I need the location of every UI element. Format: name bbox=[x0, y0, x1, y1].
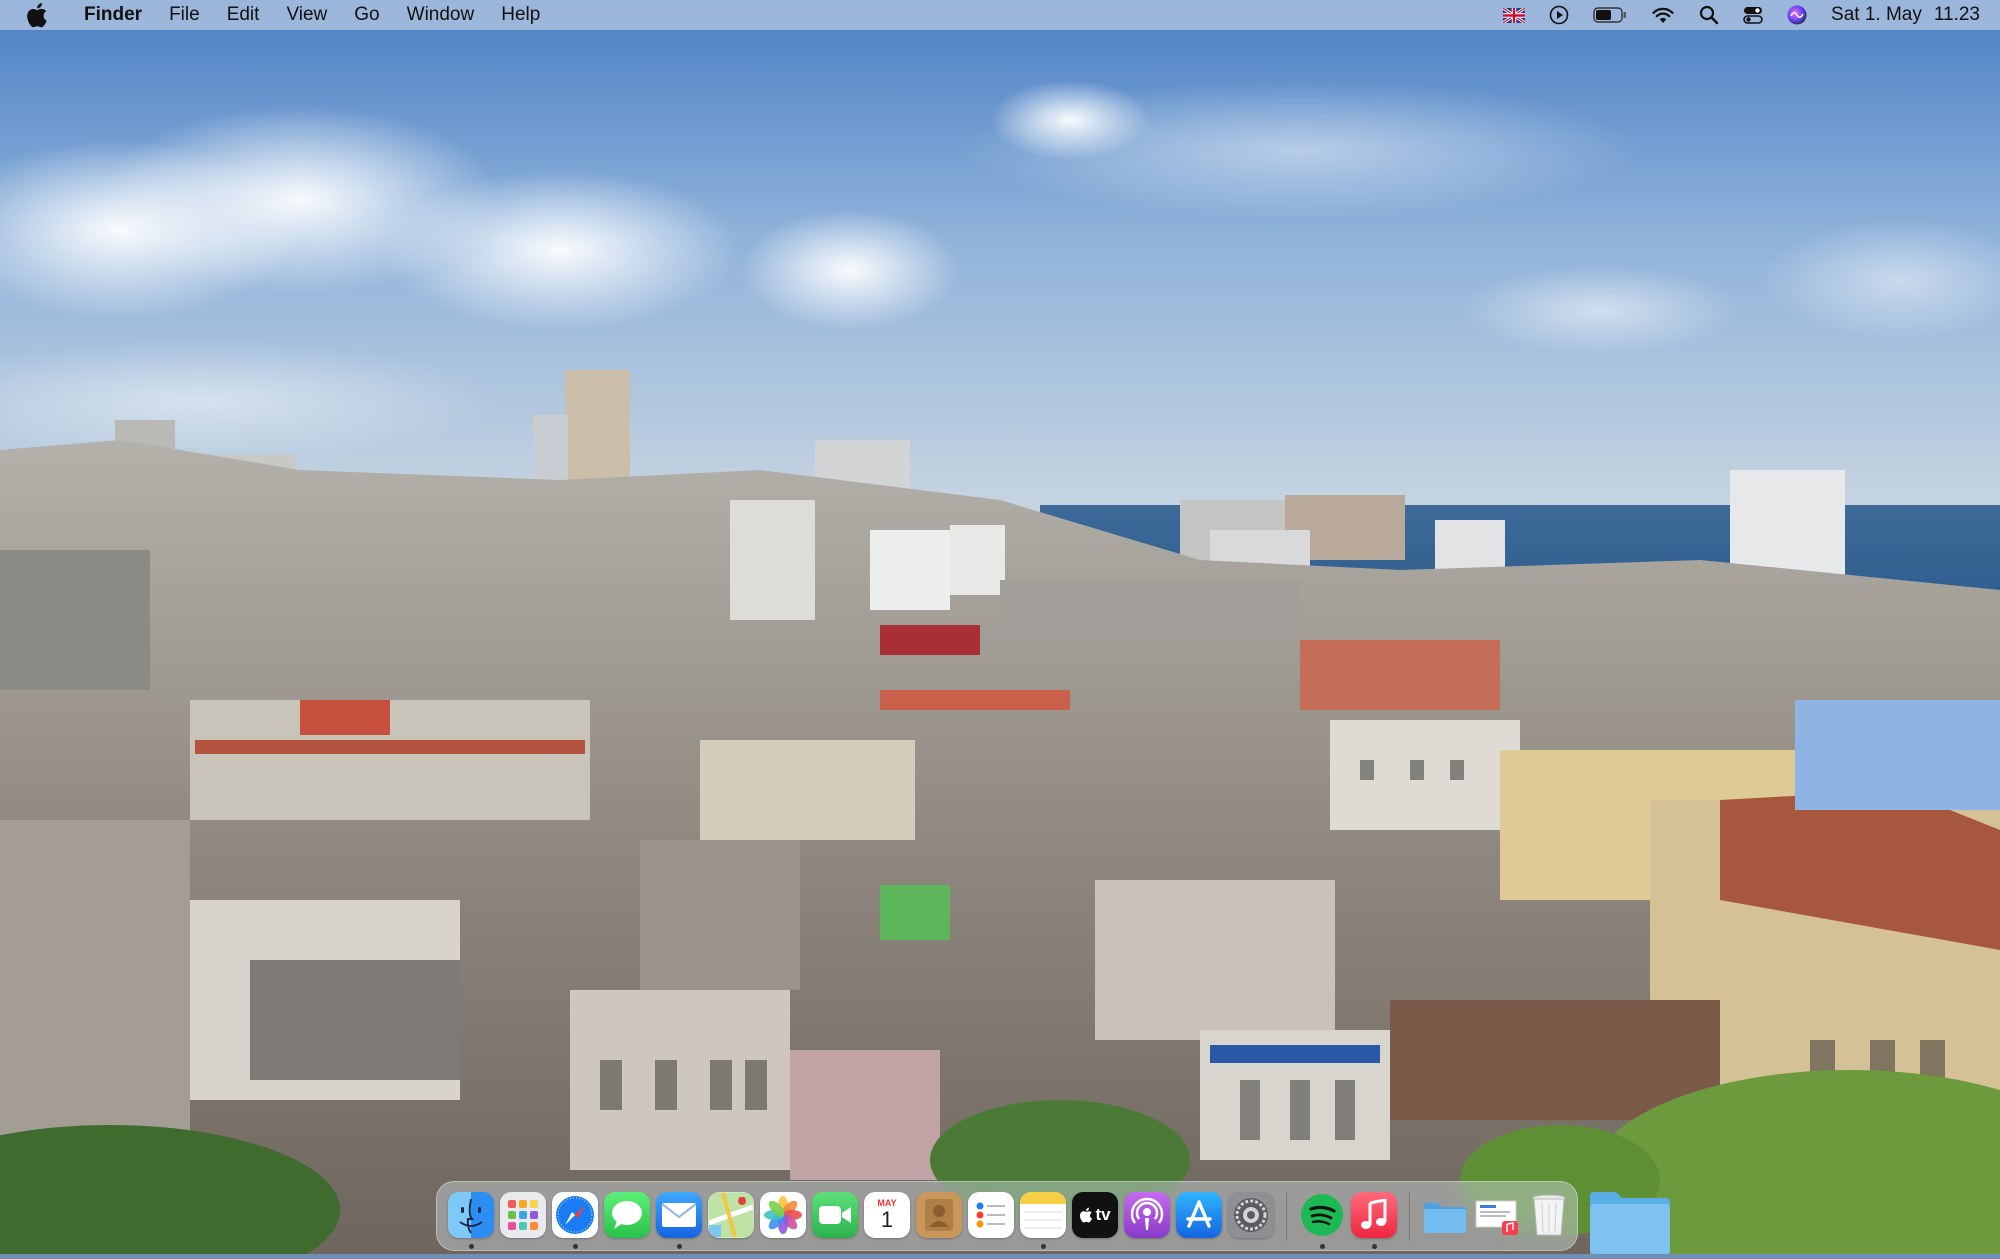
dock-documents-stack[interactable] bbox=[1471, 1189, 1523, 1241]
desktop-wallpaper bbox=[0, 0, 2000, 1254]
control-center-icon[interactable] bbox=[1743, 0, 1763, 30]
dock-calendar[interactable]: MAY 1 bbox=[861, 1189, 913, 1241]
dock-reminders[interactable] bbox=[965, 1189, 1017, 1241]
dock: MAY 1 tv bbox=[436, 1181, 1578, 1251]
dock-contacts[interactable] bbox=[913, 1189, 965, 1241]
running-indicator bbox=[677, 1244, 682, 1249]
clock-date: Sat 1. May bbox=[1831, 4, 1922, 25]
running-indicator bbox=[469, 1244, 474, 1249]
menu-edit[interactable]: Edit bbox=[227, 4, 260, 26]
reminders-icon bbox=[968, 1192, 1014, 1238]
menu-bar-left: Finder File Edit View Go Window Help bbox=[0, 0, 567, 30]
running-indicator bbox=[1372, 1244, 1377, 1249]
menu-go[interactable]: Go bbox=[354, 4, 379, 26]
app-menu-finder[interactable]: Finder bbox=[84, 4, 142, 26]
messages-icon bbox=[604, 1192, 650, 1238]
menu-view[interactable]: View bbox=[286, 4, 327, 26]
dock-app-store[interactable] bbox=[1173, 1189, 1225, 1241]
launchpad-icon bbox=[500, 1192, 546, 1238]
dock-podcasts[interactable] bbox=[1121, 1189, 1173, 1241]
menu-help[interactable]: Help bbox=[501, 4, 540, 26]
calendar-day: 1 bbox=[880, 1207, 894, 1232]
battery-icon[interactable] bbox=[1593, 0, 1627, 30]
folder-stack-icon bbox=[1422, 1192, 1468, 1238]
dock-photos[interactable] bbox=[757, 1189, 809, 1241]
spotify-icon bbox=[1299, 1192, 1345, 1238]
document-stack-icon bbox=[1474, 1192, 1520, 1238]
menu-bar: Finder File Edit View Go Window Help Sat… bbox=[0, 0, 2000, 30]
dock-notes[interactable] bbox=[1017, 1189, 1069, 1249]
app-store-icon bbox=[1176, 1192, 1222, 1238]
apple-tv-icon: tv bbox=[1072, 1192, 1118, 1238]
maps-icon bbox=[708, 1192, 754, 1238]
dock-separator bbox=[1286, 1191, 1287, 1241]
dock-launchpad[interactable] bbox=[497, 1189, 549, 1241]
finder-icon bbox=[448, 1192, 494, 1238]
tv-label: tv bbox=[1095, 1205, 1111, 1224]
menu-file[interactable]: File bbox=[169, 4, 200, 26]
search-icon[interactable] bbox=[1699, 0, 1719, 30]
facetime-icon bbox=[812, 1192, 858, 1238]
dock-facetime[interactable] bbox=[809, 1189, 861, 1241]
photos-icon bbox=[760, 1192, 806, 1238]
dock-tv[interactable]: tv bbox=[1069, 1189, 1121, 1241]
trash-icon bbox=[1526, 1192, 1572, 1238]
dock-mail[interactable] bbox=[653, 1189, 705, 1249]
dock-separator bbox=[1409, 1191, 1410, 1241]
apple-menu-icon[interactable] bbox=[26, 2, 50, 28]
dock-music[interactable] bbox=[1348, 1189, 1400, 1249]
play-circle-icon[interactable] bbox=[1549, 0, 1569, 30]
menu-bar-clock[interactable]: Sat 1. May 11.23 bbox=[1831, 4, 1980, 26]
dock-spotify[interactable] bbox=[1296, 1189, 1348, 1249]
dock-messages[interactable] bbox=[601, 1189, 653, 1241]
running-indicator bbox=[573, 1244, 578, 1249]
dock-apps: MAY 1 tv bbox=[445, 1189, 1575, 1249]
menu-window[interactable]: Window bbox=[407, 4, 475, 26]
notes-icon bbox=[1020, 1192, 1066, 1238]
folder-icon[interactable] bbox=[1588, 1190, 1672, 1254]
dock-downloads-stack[interactable] bbox=[1419, 1189, 1471, 1241]
contacts-icon bbox=[916, 1192, 962, 1238]
system-preferences-icon bbox=[1228, 1192, 1274, 1238]
uk-flag-icon[interactable] bbox=[1503, 0, 1526, 30]
dock-finder[interactable] bbox=[445, 1189, 497, 1249]
clock-time: 11.23 bbox=[1933, 4, 1980, 25]
dock-system-preferences[interactable] bbox=[1225, 1189, 1277, 1241]
running-indicator bbox=[1320, 1244, 1325, 1249]
calendar-icon: MAY 1 bbox=[864, 1192, 910, 1238]
dock-safari[interactable] bbox=[549, 1189, 601, 1249]
podcasts-icon bbox=[1124, 1192, 1170, 1238]
mail-icon bbox=[656, 1192, 702, 1238]
running-indicator bbox=[1041, 1244, 1046, 1249]
dock-maps[interactable] bbox=[705, 1189, 757, 1241]
siri-icon[interactable] bbox=[1787, 0, 1807, 30]
wifi-icon[interactable] bbox=[1651, 0, 1675, 30]
music-icon bbox=[1351, 1192, 1397, 1238]
menu-bar-right: Sat 1. May 11.23 bbox=[1479, 0, 2000, 30]
safari-icon bbox=[552, 1192, 598, 1238]
dock-trash[interactable] bbox=[1523, 1189, 1575, 1241]
